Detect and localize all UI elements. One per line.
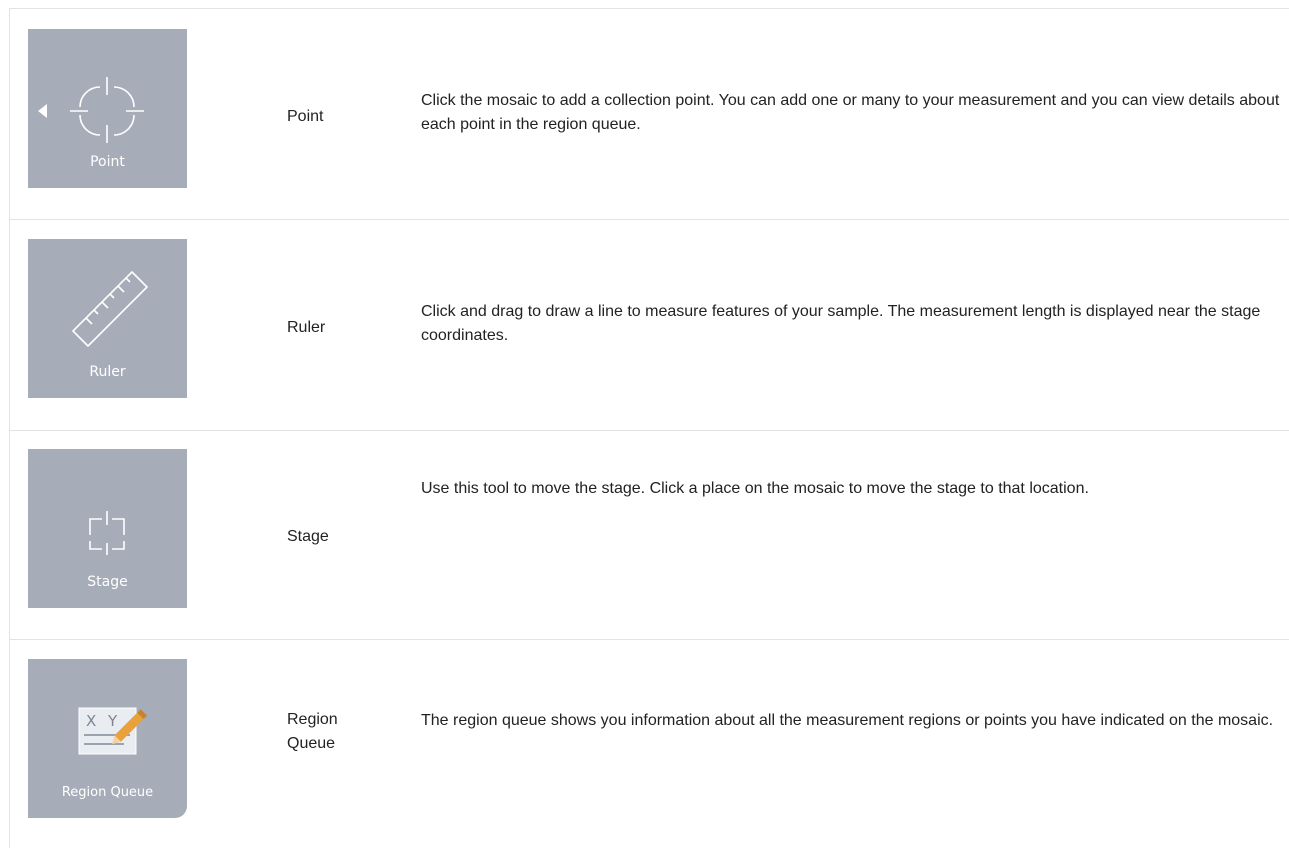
point-tool-button: Point — [28, 29, 187, 188]
tool-name-stage: Stage — [287, 528, 329, 545]
stage-tile-label: Stage — [87, 574, 128, 590]
table-row-point: Point Point Click the mosaic to add a co… — [10, 8, 1289, 219]
tool-description-region-queue: The region queue shows you information a… — [421, 712, 1274, 729]
region-queue-tool-button: X Y Region Queue — [28, 659, 187, 818]
tool-description-stage: Use this tool to move the stage. Click a… — [421, 480, 1089, 497]
table-row-ruler: Ruler Ruler Click and drag to draw a lin… — [10, 219, 1289, 430]
tool-name-region-queue: Region Queue — [287, 711, 338, 752]
svg-text:X: X — [86, 712, 96, 730]
tools-table: Point Point Click the mosaic to add a co… — [9, 8, 1289, 848]
tool-name-ruler: Ruler — [287, 319, 326, 336]
tool-description-point: Click the mosaic to add a collection poi… — [421, 92, 1280, 133]
stage-tool-button: Stage — [28, 449, 187, 608]
ruler-tool-button: Ruler — [28, 239, 187, 398]
table-row-region-queue: X Y Region Queue Region Queue The region… — [10, 639, 1289, 848]
region-queue-tile-label: Region Queue — [61, 785, 154, 800]
tool-name-point: Point — [287, 108, 324, 125]
point-tile-label: Point — [90, 154, 125, 170]
table-row-stage: Stage Stage Use this tool to move the st… — [10, 430, 1289, 639]
ruler-tile-label: Ruler — [89, 364, 126, 380]
svg-text:Y: Y — [107, 712, 118, 730]
tool-description-ruler: Click and drag to draw a line to measure… — [421, 303, 1261, 344]
